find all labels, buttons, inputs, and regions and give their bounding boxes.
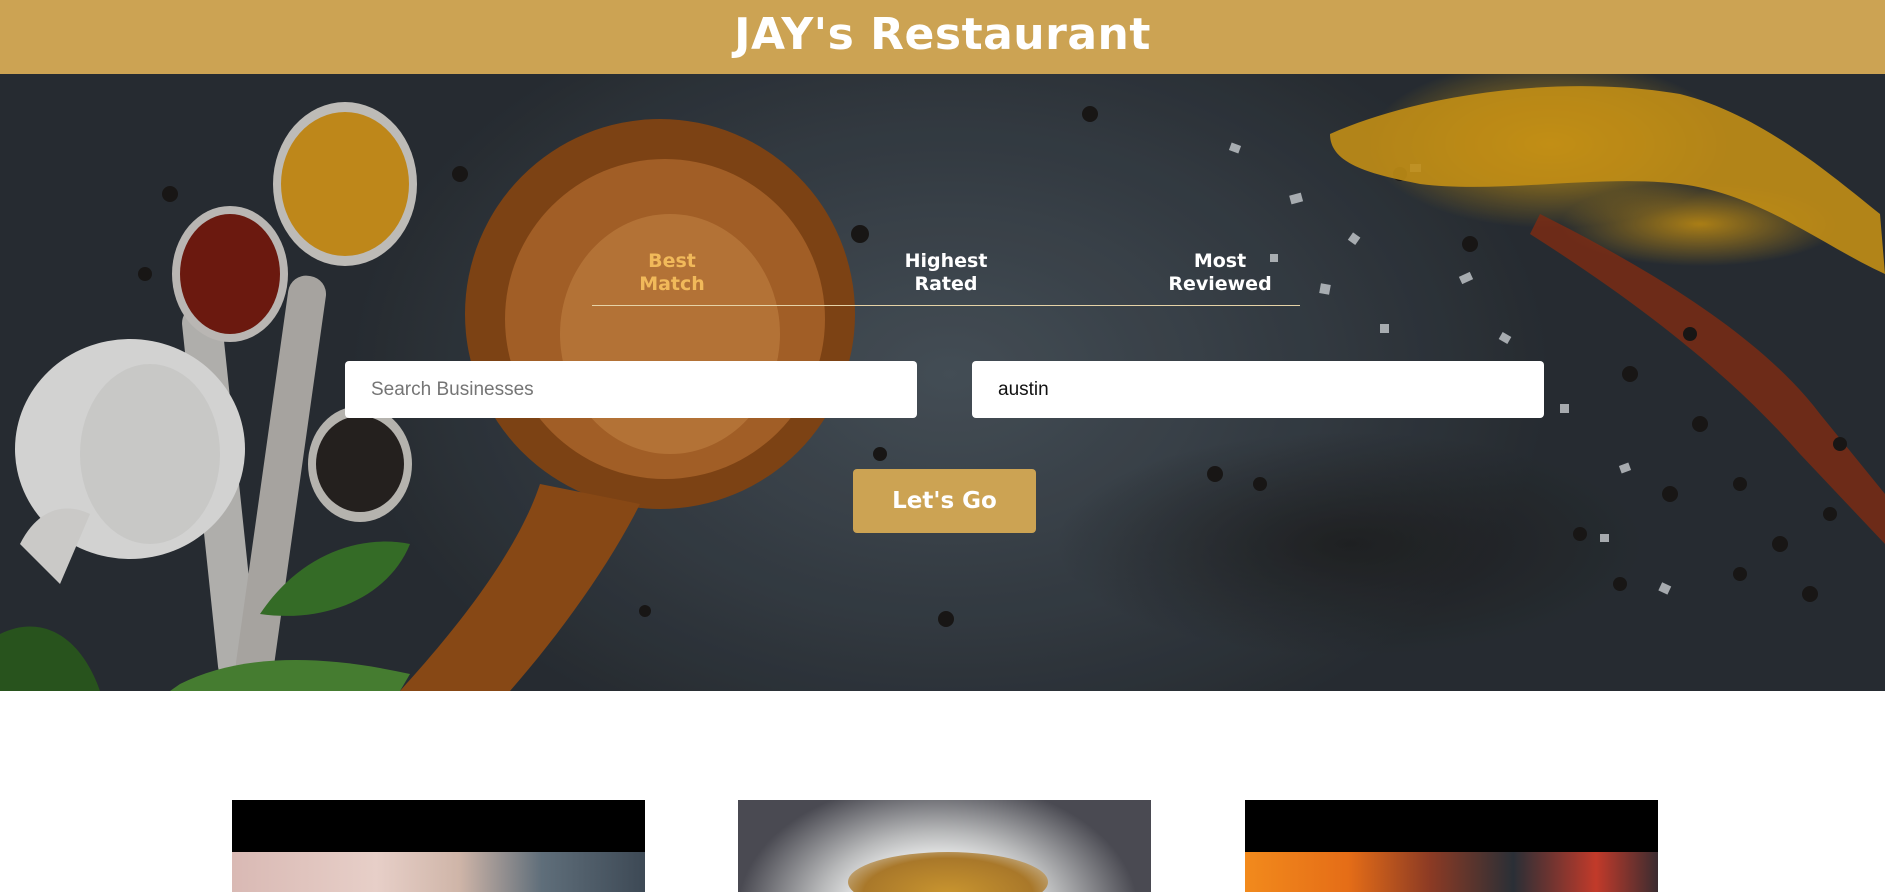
sort-option-highest-rated[interactable]: Highest Rated [866, 250, 1026, 296]
sort-options-divider [592, 305, 1300, 306]
business-card[interactable] [232, 800, 645, 892]
business-card-image-frame [1245, 800, 1658, 852]
location-input[interactable] [972, 361, 1544, 418]
business-search-input[interactable] [345, 361, 917, 418]
top-bar: JAY's Restaurant [0, 0, 1885, 74]
sort-option-label: Highest [904, 250, 988, 272]
hero-search-banner: Best Match Highest Rated Most Reviewed L… [0, 74, 1885, 691]
hero-overlay [0, 74, 1885, 691]
business-card-image [232, 852, 645, 892]
business-card[interactable] [1245, 800, 1658, 892]
sort-options: Best Match Highest Rated Most Reviewed [592, 250, 1300, 296]
sort-option-label: Rated [914, 273, 978, 295]
site-title: JAY's Restaurant [734, 8, 1151, 60]
lets-go-button[interactable]: Let's Go [853, 469, 1036, 533]
sort-option-label: Match [639, 273, 705, 295]
business-results [0, 691, 1885, 892]
sort-option-best-match[interactable]: Best Match [592, 250, 752, 296]
sort-option-label: Most [1193, 250, 1247, 272]
sort-option-label: Reviewed [1168, 273, 1272, 295]
business-card[interactable] [738, 800, 1151, 892]
sort-option-label: Best [648, 250, 696, 272]
business-card-image-frame [232, 800, 645, 852]
sort-option-most-reviewed[interactable]: Most Reviewed [1140, 250, 1300, 296]
business-card-image [1245, 852, 1658, 892]
